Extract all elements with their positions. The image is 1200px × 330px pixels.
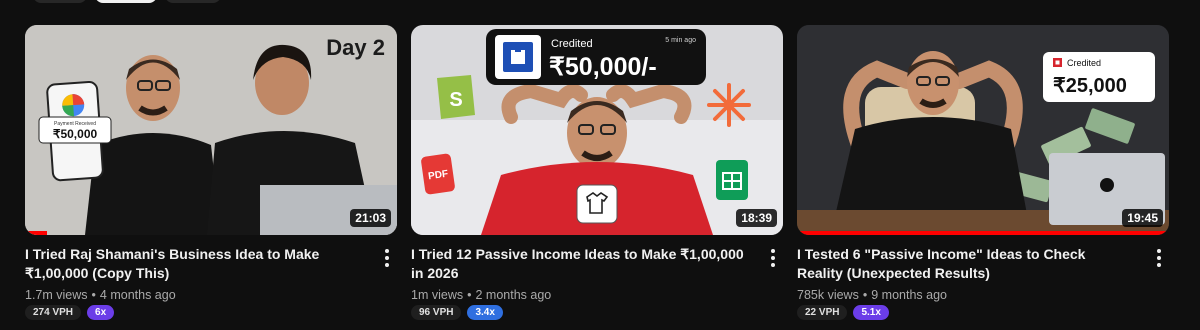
vph-badge: 274 VPH <box>25 305 82 320</box>
separator-dot: • <box>91 288 96 302</box>
upload-age: 2 months ago <box>475 288 552 302</box>
vph-badge: 22 VPH <box>797 305 848 320</box>
more-vertical-icon[interactable] <box>765 247 781 269</box>
thumb-credited-label: Credited <box>1067 58 1101 68</box>
filter-chip-selected[interactable] <box>95 0 157 3</box>
separator-dot: • <box>862 288 868 302</box>
filter-chip[interactable] <box>33 0 87 3</box>
filter-chips <box>33 0 221 3</box>
video-title[interactable]: I Tried Raj Shamani's Business Idea to M… <box>25 245 363 283</box>
view-count: 1m views <box>411 288 464 302</box>
multiplier-badge: 6x <box>87 305 115 320</box>
thumb-payment-amount: ₹50,000 <box>53 127 98 141</box>
video-duration: 18:39 <box>736 209 777 227</box>
video-card[interactable]: Credited ₹25,000 19:45 I Tested 6 "Passi… <box>797 25 1169 320</box>
thumb-credited-label: Credited <box>551 38 593 50</box>
thumb-amount-label: ₹25,000 <box>1053 75 1127 97</box>
svg-text:S: S <box>449 89 462 111</box>
video-thumbnail[interactable]: Payment Received ₹50,000 Day 2 21:03 <box>25 25 397 235</box>
thumb-day-label: Day 2 <box>326 35 385 60</box>
separator-dot: • <box>467 288 472 302</box>
filter-chip[interactable] <box>165 0 221 3</box>
multiplier-badge: 3.4x <box>467 305 503 320</box>
video-duration: 19:45 <box>1122 209 1163 227</box>
more-vertical-icon[interactable] <box>379 247 395 269</box>
view-count: 785k views <box>797 288 859 302</box>
video-duration: 21:03 <box>350 209 391 227</box>
video-thumbnail[interactable]: Credited ₹25,000 19:45 <box>797 25 1169 235</box>
view-count: 1.7m views <box>25 288 88 302</box>
video-title[interactable]: I Tried 12 Passive Income Ideas to Make … <box>411 245 749 283</box>
video-card[interactable]: Payment Received ₹50,000 Day 2 21:03 I T… <box>25 25 397 320</box>
upload-age: 9 months ago <box>871 288 947 302</box>
vph-badge: 96 VPH <box>411 305 462 320</box>
video-card[interactable]: Credited 5 min ago ₹50,000/- S PDF 18:39 <box>411 25 783 320</box>
video-title[interactable]: I Tested 6 "Passive Income" Ideas to Che… <box>797 245 1135 283</box>
thumb-time-label: 5 min ago <box>665 37 696 44</box>
more-vertical-icon[interactable] <box>1151 247 1167 269</box>
video-thumbnail[interactable]: Credited 5 min ago ₹50,000/- S PDF 18:39 <box>411 25 783 235</box>
multiplier-badge: 5.1x <box>853 305 889 320</box>
thumb-amount-label: ₹50,000/- <box>549 53 657 81</box>
upload-age: 4 months ago <box>99 288 176 302</box>
